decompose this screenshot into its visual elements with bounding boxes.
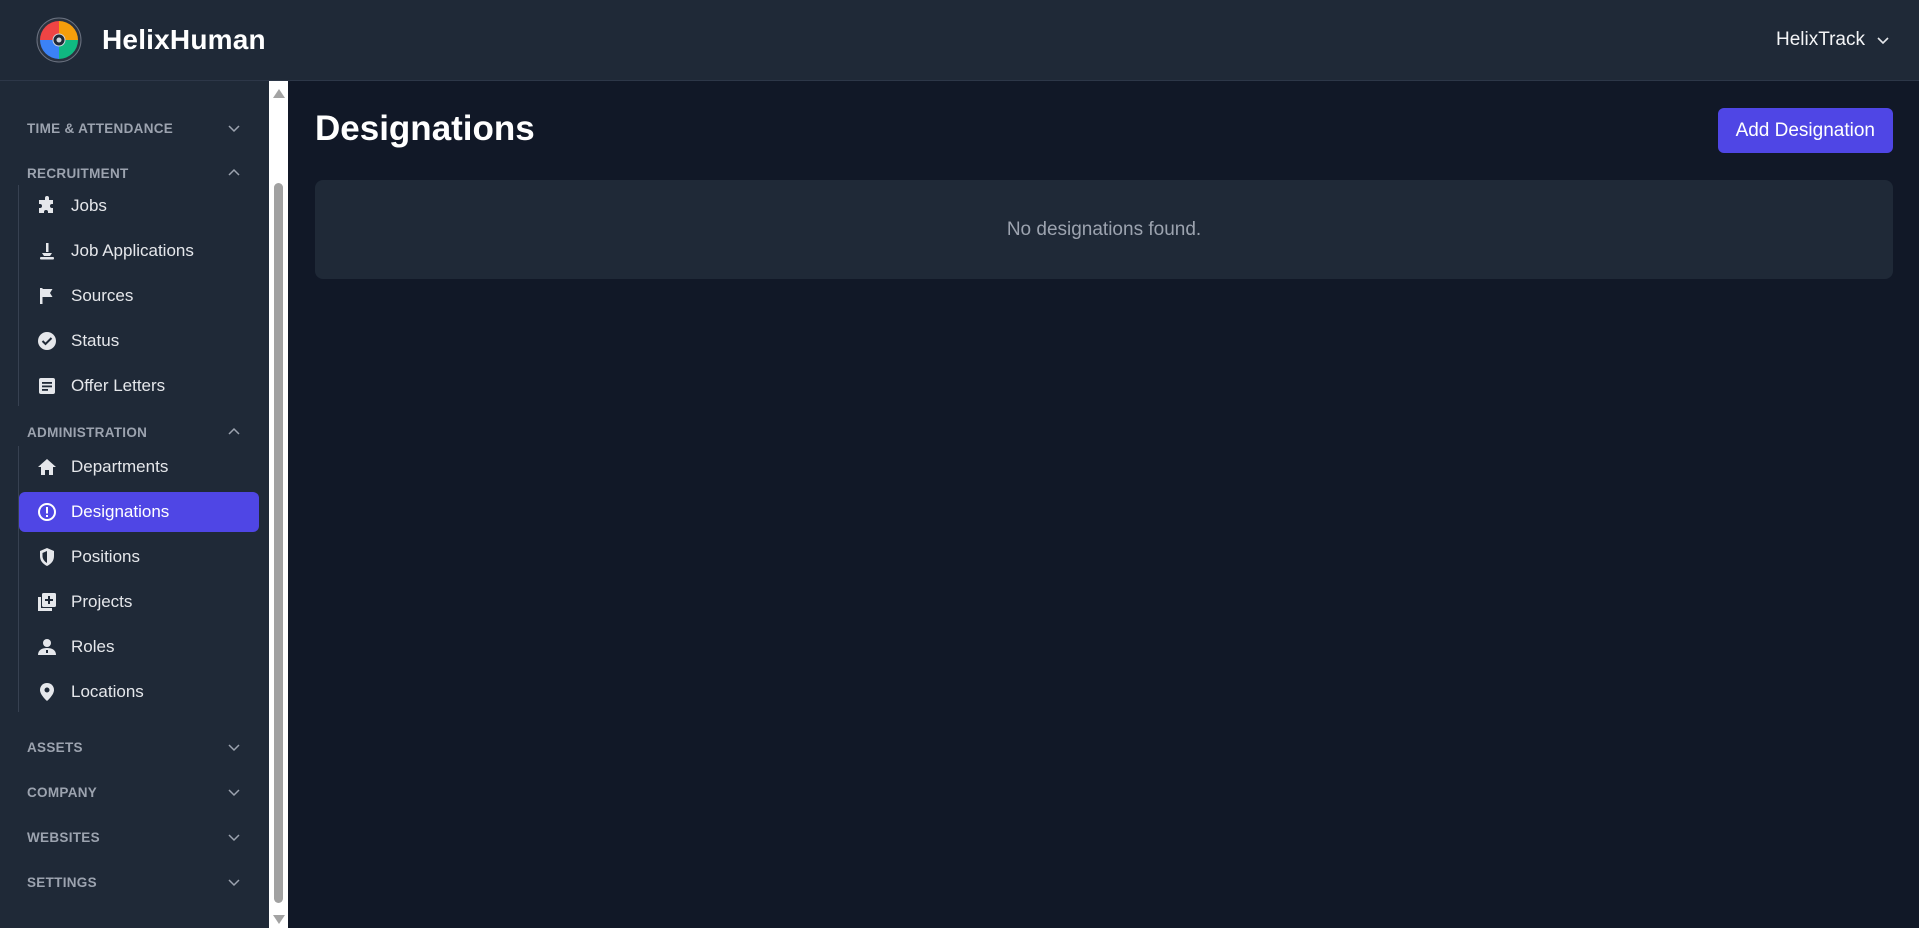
sidebar-item-label: Roles xyxy=(71,637,115,656)
section-websites[interactable]: WEBSITES xyxy=(27,825,241,849)
sidebar-item-roles[interactable]: Roles xyxy=(19,627,259,667)
section-recruitment[interactable]: RECRUITMENT xyxy=(27,161,241,185)
sidebar-item-label: Job Applications xyxy=(71,241,194,260)
document-icon xyxy=(37,376,57,396)
sidebar-item-offer-letters[interactable]: Offer Letters xyxy=(19,366,259,406)
org-switcher[interactable]: HelixTrack xyxy=(1776,29,1891,51)
section-label: RECRUITMENT xyxy=(27,165,129,181)
section-label: ASSETS xyxy=(27,739,83,755)
org-switcher-label: HelixTrack xyxy=(1775,29,1865,50)
scroll-up-arrow[interactable] xyxy=(273,89,285,98)
shield-icon xyxy=(37,547,57,567)
flag-icon xyxy=(37,286,57,306)
sidebar-scrollbar[interactable] xyxy=(269,81,288,928)
chevron-down-icon xyxy=(1877,37,1889,45)
sidebar-item-departments[interactable]: Departments xyxy=(19,447,259,487)
chevron-up-icon xyxy=(228,427,240,435)
section-company[interactable]: COMPANY xyxy=(27,780,241,804)
sidebar: TIME & ATTENDANCE RECRUITMENT Jobs Job A… xyxy=(0,81,269,928)
section-label: WEBSITES xyxy=(27,829,100,845)
section-assets[interactable]: ASSETS xyxy=(27,735,241,759)
group-divider xyxy=(18,446,19,712)
user-badge-icon xyxy=(37,637,57,657)
chevron-down-icon xyxy=(228,744,240,752)
chevron-down-icon xyxy=(228,879,240,887)
location-pin-icon xyxy=(37,682,57,702)
brand-name: HelixHuman xyxy=(102,24,266,55)
empty-state-card: No designations found. xyxy=(315,180,1893,279)
page-title: Designations xyxy=(315,109,535,148)
main-content: Designations Add Designation No designat… xyxy=(288,81,1919,928)
section-label: TIME & ATTENDANCE xyxy=(27,120,174,136)
sidebar-item-locations[interactable]: Locations xyxy=(19,672,259,712)
section-label: ADMINISTRATION xyxy=(27,424,148,440)
home-icon xyxy=(37,457,57,477)
sidebar-item-designations[interactable]: Designations xyxy=(19,492,259,532)
sidebar-item-label: Offer Letters xyxy=(71,376,166,395)
sidebar-item-jobs[interactable]: Jobs xyxy=(19,186,259,226)
sidebar-item-sources[interactable]: Sources xyxy=(19,276,259,316)
logo-icon xyxy=(36,17,82,63)
person-icon xyxy=(37,241,57,261)
scroll-thumb[interactable] xyxy=(274,183,283,903)
sidebar-item-label: Designations xyxy=(71,502,170,521)
chevron-up-icon xyxy=(228,168,240,176)
sidebar-item-label: Sources xyxy=(71,286,134,305)
sidebar-item-job-applications[interactable]: Job Applications xyxy=(19,231,259,271)
add-designation-button[interactable]: Add Designation xyxy=(1717,108,1893,153)
sidebar-item-status[interactable]: Status xyxy=(19,321,259,361)
chevron-down-icon xyxy=(228,834,240,842)
top-header: HelixHuman HelixTrack xyxy=(0,0,1919,81)
section-label: SETTINGS xyxy=(27,874,97,890)
scroll-down-arrow[interactable] xyxy=(273,915,285,924)
empty-state-message: No designations found. xyxy=(1006,218,1202,240)
sidebar-item-label: Departments xyxy=(71,457,169,476)
section-administration[interactable]: ADMINISTRATION xyxy=(27,420,241,444)
sidebar-item-positions[interactable]: Positions xyxy=(19,537,259,577)
section-time-attendance[interactable]: TIME & ATTENDANCE xyxy=(27,116,241,140)
add-box-icon xyxy=(37,592,57,612)
sidebar-item-label: Status xyxy=(71,331,120,350)
sidebar-item-label: Positions xyxy=(71,547,140,566)
alert-circle-icon xyxy=(37,502,57,522)
section-label: COMPANY xyxy=(27,784,98,800)
chevron-down-icon xyxy=(228,789,240,797)
check-circle-icon xyxy=(37,331,57,351)
section-settings[interactable]: SETTINGS xyxy=(27,870,241,894)
puzzle-icon xyxy=(37,196,57,216)
chevron-down-icon xyxy=(228,125,240,133)
sidebar-item-label: Projects xyxy=(71,592,133,611)
sidebar-item-projects[interactable]: Projects xyxy=(19,582,259,622)
sidebar-item-label: Locations xyxy=(71,682,144,701)
sidebar-item-label: Jobs xyxy=(71,196,107,215)
brand[interactable]: HelixHuman xyxy=(36,17,266,63)
